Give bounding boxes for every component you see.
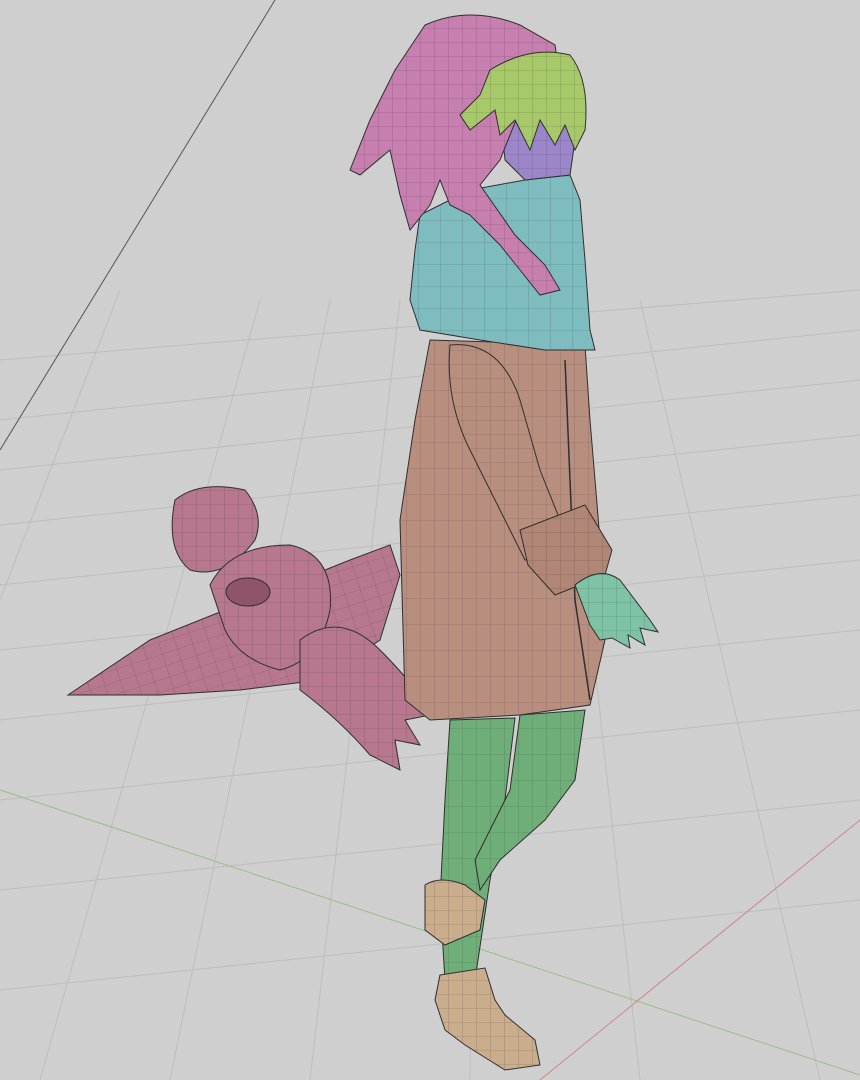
boots-mesh xyxy=(424,879,541,1071)
view-axis-line xyxy=(0,0,276,451)
bow-mesh xyxy=(66,486,431,771)
3d-viewport[interactable] xyxy=(0,0,860,1080)
stockings-mesh xyxy=(439,709,586,981)
viewport-canvas[interactable] xyxy=(0,0,860,1080)
scarf-mesh xyxy=(409,174,596,351)
y-axis-line xyxy=(539,819,860,1080)
